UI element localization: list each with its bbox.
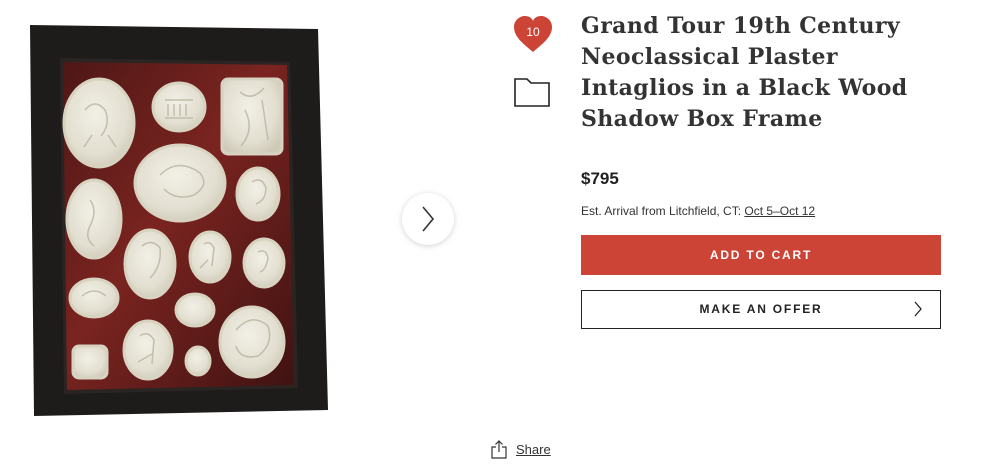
carousel-next-button[interactable] [402, 193, 454, 245]
favorite-count: 10 [526, 25, 540, 39]
arrival-label: Est. Arrival from Litchfield, CT: [581, 204, 745, 218]
estimated-arrival: Est. Arrival from Litchfield, CT: Oct 5–… [581, 204, 815, 218]
share-button[interactable]: Share [491, 440, 551, 459]
framed-intaglios-photo [30, 25, 328, 416]
folder-icon [514, 78, 550, 107]
make-offer-label: MAKE AN OFFER [699, 302, 823, 316]
save-to-folder-button[interactable] [513, 74, 551, 108]
share-label: Share [516, 442, 551, 457]
chevron-right-icon [914, 301, 922, 317]
chevron-right-icon [422, 206, 435, 232]
product-price: $795 [581, 169, 619, 188]
share-icon [491, 440, 507, 459]
add-to-cart-button[interactable]: ADD TO CART [581, 235, 941, 275]
make-offer-button[interactable]: MAKE AN OFFER [581, 290, 941, 329]
add-to-cart-label: ADD TO CART [709, 248, 813, 262]
arrival-dates-link[interactable]: Oct 5–Oct 12 [744, 204, 815, 218]
favorite-button[interactable]: 10 [513, 15, 553, 55]
product-image[interactable] [0, 0, 400, 469]
product-title: Grand Tour 19th Century Neoclassical Pla… [581, 13, 908, 132]
